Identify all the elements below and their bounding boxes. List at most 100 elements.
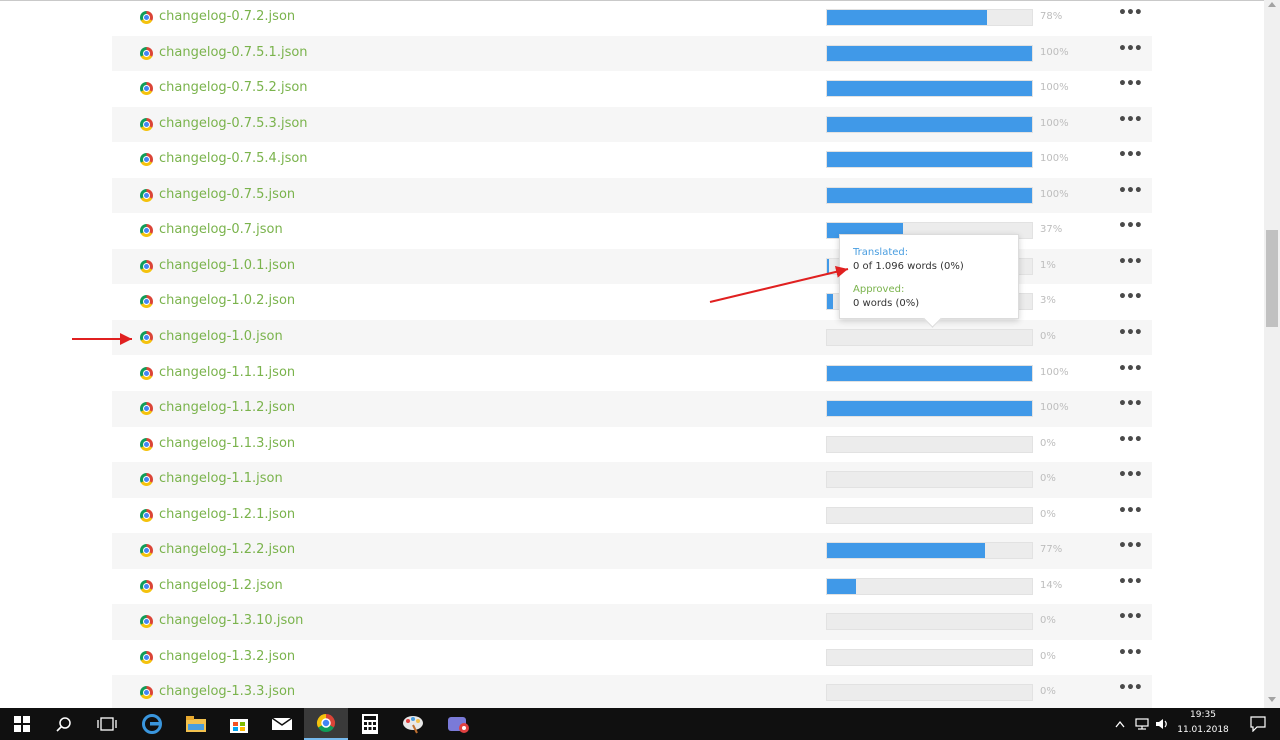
paint-icon[interactable] [391, 708, 435, 740]
more-options-icon[interactable]: ••• [1118, 396, 1143, 412]
progress-bar[interactable] [826, 577, 1033, 595]
file-row[interactable]: changelog-0.7.2.json 78% ••• [112, 0, 1152, 36]
volume-icon[interactable] [1152, 708, 1172, 740]
edge-icon[interactable] [130, 708, 174, 740]
file-name-link[interactable]: changelog-0.7.5.2.json [159, 80, 308, 95]
progress-bar[interactable] [826, 328, 1033, 346]
scroll-up-arrow-icon[interactable] [1268, 2, 1276, 7]
file-explorer-icon[interactable] [174, 708, 218, 740]
file-row[interactable]: changelog-1.3.10.json 0% ••• [112, 604, 1152, 640]
windows-start-icon[interactable] [0, 708, 44, 740]
file-row[interactable]: changelog-1.2.2.json 77% ••• [112, 533, 1152, 569]
progress-bar[interactable] [826, 400, 1033, 418]
more-options-icon[interactable]: ••• [1118, 76, 1143, 92]
clock-time[interactable]: 19:35 [1176, 710, 1230, 720]
file-name-link[interactable]: changelog-1.0.1.json [159, 258, 295, 273]
calculator-icon[interactable] [348, 708, 392, 740]
file-name-link[interactable]: changelog-1.2.1.json [159, 507, 295, 522]
more-options-icon[interactable]: ••• [1118, 254, 1143, 270]
app-icon[interactable] [436, 708, 480, 740]
progress-bar[interactable] [826, 151, 1033, 169]
file-name-link[interactable]: changelog-1.2.2.json [159, 542, 295, 557]
file-row[interactable]: changelog-1.2.1.json 0% ••• [112, 498, 1152, 534]
file-row[interactable]: changelog-1.0.json 0% ••• [112, 319, 1152, 356]
progress-bar[interactable] [826, 542, 1033, 560]
file-name-link[interactable]: changelog-1.1.3.json [159, 436, 295, 451]
vertical-scrollbar[interactable] [1264, 0, 1280, 708]
file-name-link[interactable]: changelog-1.0.2.json [159, 293, 295, 308]
mail-icon[interactable] [260, 708, 304, 740]
progress-bar[interactable] [826, 9, 1033, 26]
progress-bar-fill [827, 116, 1032, 132]
file-row[interactable]: changelog-1.3.3.json 0% ••• [112, 675, 1152, 711]
file-name-link[interactable]: changelog-0.7.5.3.json [159, 116, 308, 131]
more-options-icon[interactable]: ••• [1118, 503, 1143, 519]
file-row[interactable]: changelog-1.1.1.json 100% ••• [112, 356, 1152, 392]
more-options-icon[interactable]: ••• [1118, 183, 1143, 199]
more-options-icon[interactable]: ••• [1118, 574, 1143, 590]
file-row[interactable]: changelog-1.2.json 14% ••• [112, 569, 1152, 605]
file-name-link[interactable]: changelog-1.3.2.json [159, 649, 295, 664]
progress-bar-fill [827, 543, 985, 559]
store-icon[interactable] [217, 708, 261, 740]
progress-bar[interactable] [826, 613, 1033, 631]
progress-bar[interactable] [826, 186, 1033, 204]
scrollbar-thumb[interactable] [1266, 230, 1278, 327]
task-view-icon[interactable] [85, 708, 129, 740]
chrome-icon[interactable] [304, 708, 348, 740]
search-icon[interactable] [42, 708, 86, 740]
clock-date[interactable]: 11.01.2018 [1176, 725, 1230, 735]
more-options-icon[interactable]: ••• [1118, 538, 1143, 554]
file-row[interactable]: changelog-0.7.5.json 100% ••• [112, 177, 1152, 214]
file-name-link[interactable]: changelog-0.7.2.json [159, 9, 295, 24]
scroll-down-arrow-icon[interactable] [1268, 697, 1276, 702]
more-options-icon[interactable]: ••• [1118, 609, 1143, 625]
more-options-icon[interactable]: ••• [1118, 289, 1143, 305]
progress-bar[interactable] [826, 471, 1033, 489]
file-row[interactable]: changelog-0.7.5.4.json 100% ••• [112, 142, 1152, 178]
chrome-file-icon [140, 366, 153, 380]
progress-bar[interactable] [826, 115, 1033, 133]
more-options-icon[interactable]: ••• [1118, 432, 1143, 448]
file-name-link[interactable]: changelog-0.7.5.4.json [159, 151, 308, 166]
file-row[interactable]: changelog-1.1.3.json 0% ••• [112, 427, 1152, 463]
file-name-link[interactable]: changelog-1.2.json [159, 578, 283, 593]
progress-bar[interactable] [826, 80, 1033, 98]
file-row[interactable]: changelog-0.7.5.1.json 100% ••• [112, 35, 1152, 72]
file-row[interactable]: changelog-1.3.2.json 0% ••• [112, 640, 1152, 676]
more-options-icon[interactable]: ••• [1118, 361, 1143, 377]
progress-bar[interactable] [826, 648, 1033, 666]
progress-bar[interactable] [826, 684, 1033, 702]
progress-bar[interactable] [826, 364, 1033, 382]
more-options-icon[interactable]: ••• [1118, 645, 1143, 661]
progress-bar[interactable] [826, 44, 1033, 62]
file-name-link[interactable]: changelog-1.3.3.json [159, 684, 295, 699]
progress-bar[interactable] [826, 435, 1033, 453]
chrome-file-icon [140, 295, 153, 309]
more-options-icon[interactable]: ••• [1118, 325, 1143, 341]
progress-bar[interactable] [826, 506, 1033, 524]
file-name-link[interactable]: changelog-1.3.10.json [159, 613, 303, 628]
file-row[interactable]: changelog-1.1.2.json 100% ••• [112, 391, 1152, 427]
file-row[interactable]: changelog-0.7.5.3.json 100% ••• [112, 106, 1152, 143]
more-options-icon[interactable]: ••• [1118, 218, 1143, 234]
more-options-icon[interactable]: ••• [1118, 467, 1143, 483]
file-name-link[interactable]: changelog-1.0.json [159, 329, 283, 344]
network-icon[interactable] [1132, 708, 1152, 740]
more-options-icon[interactable]: ••• [1118, 147, 1143, 163]
more-options-icon[interactable]: ••• [1118, 5, 1143, 21]
more-options-icon[interactable]: ••• [1118, 680, 1143, 696]
file-name-link[interactable]: changelog-1.1.1.json [159, 365, 295, 380]
file-row[interactable]: changelog-1.1.json 0% ••• [112, 462, 1152, 498]
file-row[interactable]: changelog-0.7.5.2.json 100% ••• [112, 71, 1152, 107]
file-name-link[interactable]: changelog-0.7.json [159, 222, 283, 237]
file-name-link[interactable]: changelog-0.7.5.json [159, 187, 295, 202]
more-options-icon[interactable]: ••• [1118, 41, 1143, 57]
more-options-icon[interactable]: ••• [1118, 112, 1143, 128]
action-center-icon[interactable] [1236, 708, 1280, 740]
show-hidden-icons-icon[interactable] [1110, 708, 1130, 740]
file-name-link[interactable]: changelog-1.1.json [159, 471, 283, 486]
file-name-link[interactable]: changelog-1.1.2.json [159, 400, 295, 415]
progress-percent: 0% [1040, 615, 1056, 627]
file-name-link[interactable]: changelog-0.7.5.1.json [159, 45, 308, 60]
